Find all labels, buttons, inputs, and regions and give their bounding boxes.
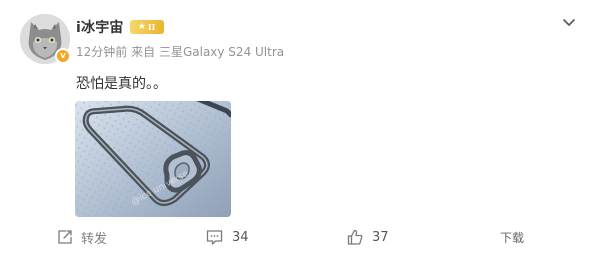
chevron-down-icon[interactable] bbox=[561, 14, 577, 28]
repost-label: 转发 bbox=[81, 231, 108, 247]
like-count: 37 bbox=[372, 229, 389, 245]
like-button[interactable]: 37 bbox=[347, 226, 389, 248]
comment-button[interactable]: 34 bbox=[206, 226, 249, 248]
post-text: 恐怕是真的。。 bbox=[76, 76, 167, 92]
post-meta: 12分钟前 来自 三星Galaxy S24 Ultra bbox=[76, 43, 284, 60]
username[interactable]: i冰宇宙 bbox=[76, 17, 124, 37]
source-device: 三星Galaxy S24 Ultra bbox=[158, 45, 285, 59]
level-star-icon: ★ bbox=[137, 21, 146, 32]
level-badge[interactable]: ★ II bbox=[129, 20, 164, 34]
comment-count: 34 bbox=[232, 229, 249, 245]
post-time[interactable]: 12分钟前 bbox=[76, 45, 127, 59]
weibo-post-card: v i冰宇宙 ★ II 12分钟前 来自 三星Galaxy S24 Ultra … bbox=[0, 0, 600, 254]
level-badge-label: II bbox=[147, 22, 156, 32]
post-image[interactable]: @ice universe bbox=[75, 101, 231, 217]
download-button[interactable]: 下载 bbox=[500, 226, 524, 248]
comment-icon bbox=[206, 229, 223, 245]
like-icon bbox=[347, 229, 363, 245]
source-prefix: 来自 bbox=[131, 45, 156, 59]
avatar[interactable]: v bbox=[20, 14, 71, 64]
username-row: i冰宇宙 ★ II bbox=[76, 17, 164, 37]
repost-button[interactable]: 转发 bbox=[57, 226, 107, 248]
action-bar: 转发 34 37 下载 bbox=[0, 222, 600, 252]
repost-icon bbox=[57, 229, 73, 245]
verified-v-icon: v bbox=[55, 48, 71, 64]
download-label: 下载 bbox=[500, 230, 525, 245]
